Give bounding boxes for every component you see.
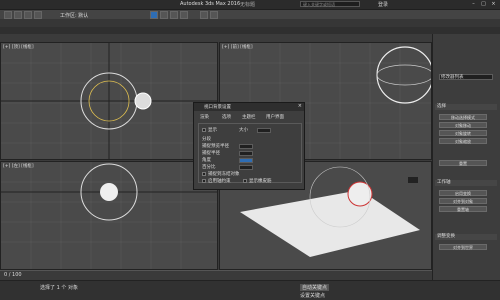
option2-label: 启用轴约束 [208, 179, 231, 184]
set-key-button[interactable]: 设置关键点 [300, 292, 325, 299]
title-bar: Autodesk 3ds Max 2016 无标题 键入关键字或短语 登录 – … [0, 0, 500, 10]
ribbon-tabs [0, 19, 500, 27]
status-bar: 选择了 1 个 对象 自动关键点 设置关键点 [0, 280, 500, 300]
angle-field[interactable] [239, 158, 253, 163]
row1-label: 捕捉预览半径 [202, 144, 229, 149]
viewport-left[interactable]: [+] [左] [线框] [0, 161, 218, 270]
close-icon[interactable]: × [298, 103, 302, 109]
row2-label: 捕捉半径 [202, 151, 220, 156]
object-rotate-button[interactable]: 对象旋转 [439, 130, 487, 136]
row1-field[interactable] [239, 144, 253, 149]
workspace-selector[interactable]: 工作区: 默认 [60, 12, 88, 19]
move-icon[interactable] [160, 11, 168, 19]
auto-key-button[interactable]: 自动关键点 [300, 284, 330, 291]
percent-field[interactable] [239, 165, 253, 170]
option3-label: 显示橡皮筋 [249, 179, 272, 184]
tab-render[interactable]: 渲染 [200, 114, 209, 120]
section-adjust[interactable]: 调整变换 [435, 234, 497, 240]
tab-theme[interactable]: 主题栏 [242, 114, 256, 120]
tab-ui[interactable]: 用户界面 [266, 114, 284, 120]
viewport-top[interactable]: [+] [顶] [线框] [0, 42, 218, 160]
modifier-list-label: 修改器列表 [441, 75, 464, 80]
reset-button[interactable]: 重置 [439, 160, 487, 166]
angle-label: 角度 [202, 158, 211, 163]
login-button[interactable]: 登录 [378, 1, 388, 8]
command-panel: 修改器列表 选择 移动选择模式 对象移动 对象旋转 对象缩放 重置 工作轴 启用… [432, 34, 500, 280]
reset-pivot-button[interactable]: 重置轴 [439, 206, 487, 212]
seg-label: 分段 [202, 137, 211, 142]
rotate-icon[interactable] [170, 11, 178, 19]
app-title: Autodesk 3ds Max 2016 [180, 1, 241, 7]
size-label: 大小 [239, 128, 248, 133]
option3-checkbox[interactable] [243, 179, 247, 183]
section-select[interactable]: 选择 [435, 104, 497, 110]
open-icon[interactable] [24, 11, 32, 19]
save-icon[interactable] [34, 11, 42, 19]
minimize-icon[interactable]: – [470, 1, 477, 7]
section-pivot[interactable]: 工作轴 [435, 180, 497, 186]
show-checkbox[interactable] [202, 128, 206, 132]
object-scale-button[interactable]: 对象缩放 [439, 138, 487, 144]
maximize-icon[interactable]: □ [480, 1, 487, 7]
angle-snap-icon[interactable] [210, 11, 218, 19]
scale-icon[interactable] [180, 11, 188, 19]
align-world-button[interactable]: 对齐到世界 [439, 244, 487, 250]
enable-transform-button[interactable]: 启用变换 [439, 190, 487, 196]
search-input[interactable]: 键入关键字或短语 [300, 1, 360, 7]
settings-group: 显示 大小 分段 捕捉预览半径 捕捉半径 角度 百分比 捕捉到冻结对象 启用轴约… [198, 123, 302, 184]
option1-label: 捕捉到冻结对象 [208, 172, 240, 177]
undo-icon[interactable] [4, 11, 12, 19]
selection-status: 选择了 1 个 对象 [40, 285, 78, 291]
select-icon[interactable] [150, 11, 158, 19]
snap-icon[interactable] [200, 11, 208, 19]
percent-label: 百分比 [202, 165, 216, 170]
redo-icon[interactable] [14, 11, 22, 19]
option1-checkbox[interactable] [202, 172, 206, 176]
main-toolbar: 工作区: 默认 [0, 10, 500, 19]
show-label: 显示 [208, 128, 217, 133]
row2-field[interactable] [239, 151, 253, 156]
close-icon[interactable]: × [490, 1, 497, 7]
tab-options[interactable]: 选项 [222, 114, 231, 120]
dialog-titlebar: 视口背景设置 × [194, 103, 304, 111]
option2-checkbox[interactable] [202, 179, 206, 183]
file-title: 无标题 [240, 2, 256, 8]
align-object-button[interactable]: 对齐到对象 [439, 198, 487, 204]
move-select-button[interactable]: 移动选择模式 [439, 114, 487, 120]
object-move-button[interactable]: 对象移动 [439, 122, 487, 128]
dialog-title: 视口背景设置 [204, 105, 231, 110]
frame-counter: 0 / 100 [4, 272, 22, 278]
settings-dialog: 视口背景设置 × 渲染 选项 主题栏 用户界面 显示 大小 分段 捕捉预览半径 … [193, 102, 305, 190]
ribbon-subbar [0, 27, 500, 34]
size-field[interactable] [257, 128, 271, 133]
